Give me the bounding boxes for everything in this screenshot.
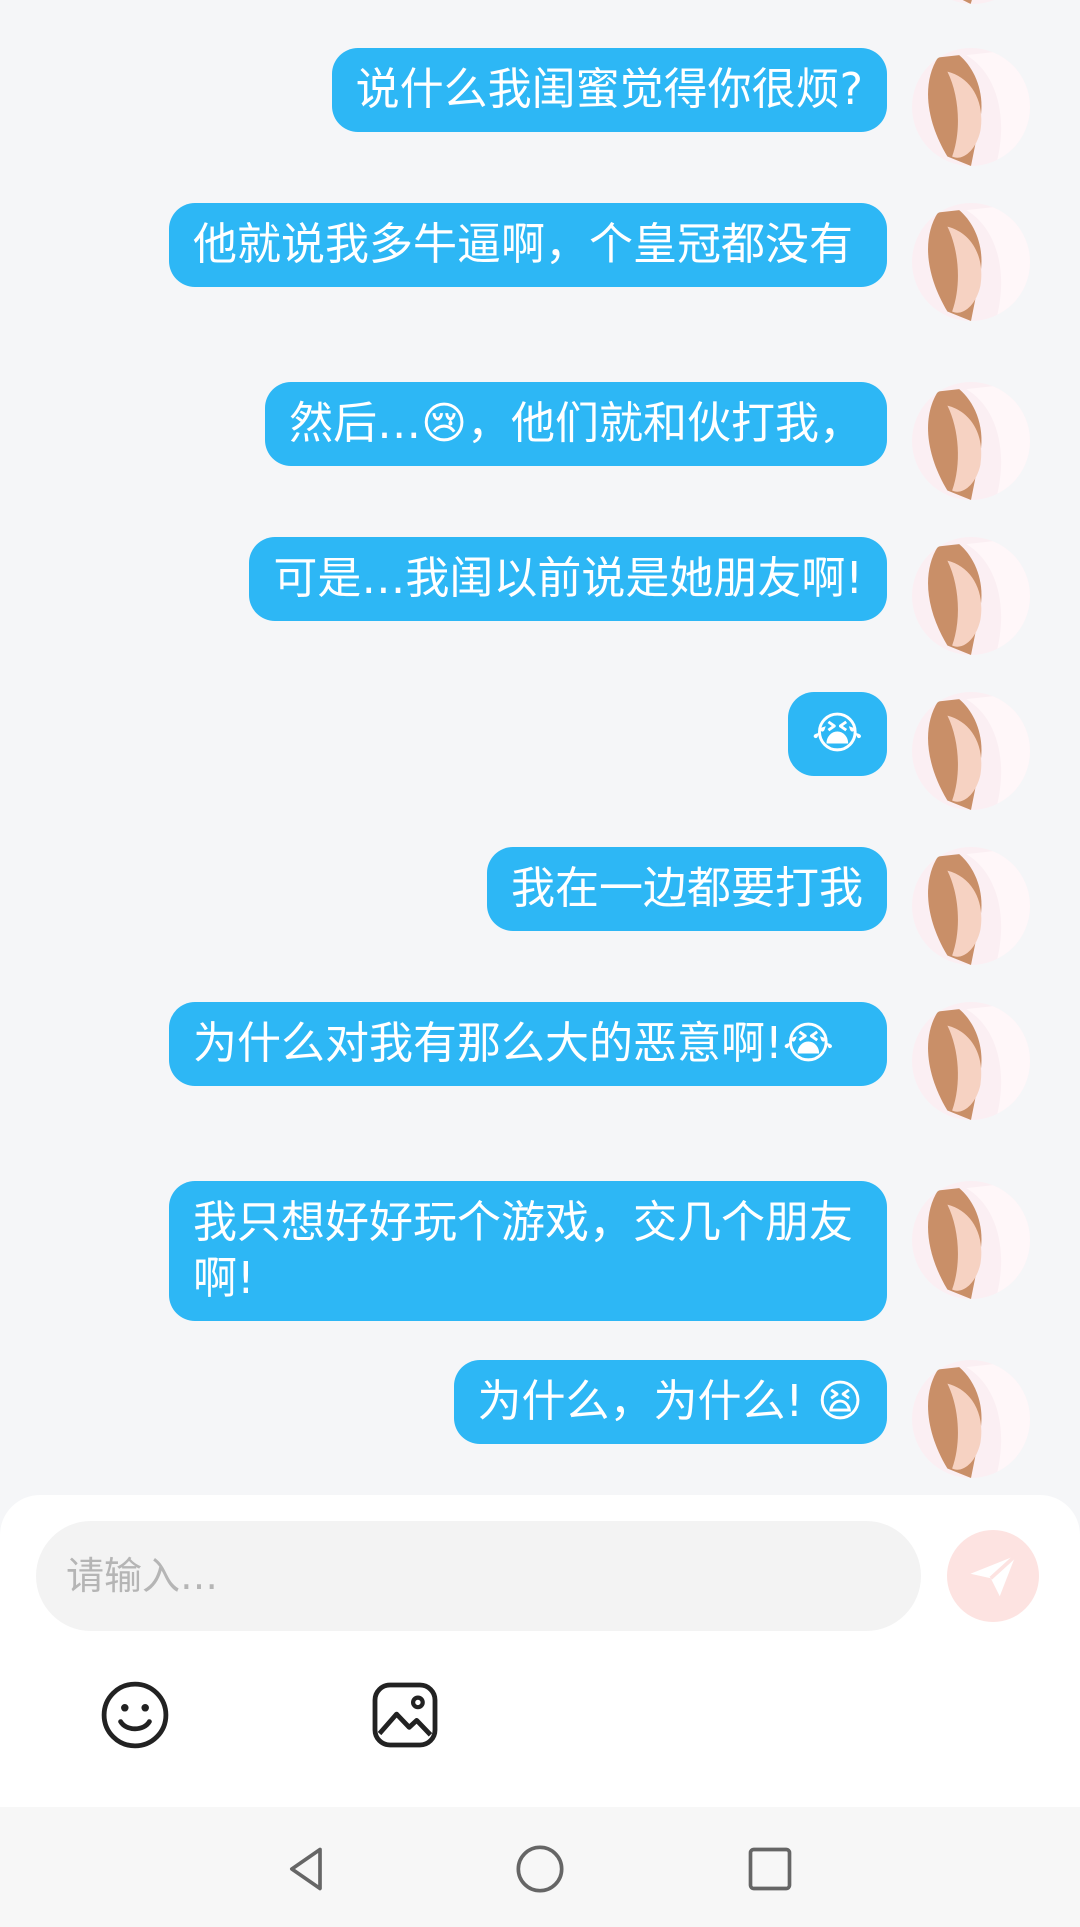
message-text: 可是…我闺以前说是她朋友啊!	[273, 553, 863, 604]
message-text: 然后…😢，他们就和伙打我，	[289, 398, 863, 449]
avatar[interactable]	[912, 48, 1030, 166]
home-icon[interactable]	[514, 1843, 566, 1895]
message-bubble[interactable]: 为什么对我有那么大的恶意啊!😭	[169, 1002, 887, 1086]
message-bubble[interactable]: 说什么我闺蜜觉得你很烦?	[331, 48, 887, 132]
smiley-icon[interactable]	[99, 1679, 171, 1751]
message-row: 为什么，为什么! 😫	[0, 1360, 1080, 1478]
message-text: 我在一边都要打我	[511, 863, 863, 914]
message-bubble[interactable]: 我在一边都要打我	[487, 847, 887, 931]
send-button[interactable]	[947, 1530, 1039, 1622]
message-bubble[interactable]: 为什么，为什么! 😫	[453, 1360, 887, 1444]
message-input[interactable]	[36, 1521, 921, 1631]
message-bubble[interactable]: 我只想好好玩个游戏，交几个朋友啊!	[169, 1181, 887, 1321]
avatar[interactable]	[912, 1360, 1030, 1478]
message-text: 为什么对我有那么大的恶意啊!😭	[193, 1018, 835, 1069]
message-bubble[interactable]: 他就说我多牛逼啊，个皇冠都没有	[169, 203, 887, 287]
avatar[interactable]	[912, 382, 1030, 500]
message-bubble[interactable]: 然后…😢，他们就和伙打我，	[265, 382, 887, 466]
message-bubble[interactable]: 可是…我闺以前说是她朋友啊!	[249, 537, 887, 621]
avatar[interactable]	[912, 1002, 1030, 1120]
avatar-image	[912, 1181, 1030, 1299]
message-composer	[0, 1495, 1080, 1807]
avatar-image	[912, 1360, 1030, 1478]
paper-plane-icon	[970, 1554, 1017, 1597]
avatar[interactable]	[912, 203, 1030, 321]
avatar[interactable]	[912, 1181, 1030, 1299]
message-bubble[interactable]: 😭	[787, 692, 887, 776]
message-row: 说什么我闺蜜觉得你很烦?	[0, 48, 1080, 166]
message-row: 我只想好好玩个游戏，交几个朋友啊!	[0, 1181, 1080, 1321]
message-row: 然后…😢，他们就和伙打我，	[0, 382, 1080, 500]
message-text: 他就说我多牛逼啊，个皇冠都没有	[193, 219, 853, 270]
system-nav-bar	[0, 1807, 1080, 1927]
avatar-image	[915, 0, 1031, 4]
message-text: 😭	[811, 708, 863, 759]
message-text: 为什么，为什么! 😫	[477, 1376, 864, 1427]
avatar-image	[912, 203, 1030, 321]
message-row: 他就说我多牛逼啊，个皇冠都没有	[0, 203, 1080, 321]
message-row: 可是…我闺以前说是她朋友啊!	[0, 537, 1080, 655]
message-row: 为什么对我有那么大的恶意啊!😭	[0, 1002, 1080, 1120]
avatar[interactable]	[912, 537, 1030, 655]
message-text: 我只想好好玩个游戏，交几个朋友啊!	[193, 1197, 853, 1304]
avatar-image	[912, 48, 1030, 166]
avatar[interactable]	[912, 847, 1030, 965]
recents-icon[interactable]	[744, 1843, 796, 1895]
avatar-image	[912, 692, 1030, 810]
message-row: 😭	[0, 692, 1080, 810]
back-icon[interactable]	[281, 1843, 333, 1895]
message-text: 说什么我闺蜜觉得你很烦?	[355, 64, 863, 115]
avatar-image	[912, 382, 1030, 500]
avatar-image	[912, 537, 1030, 655]
image-icon[interactable]	[369, 1679, 441, 1751]
avatar-image	[912, 847, 1030, 965]
avatar[interactable]	[912, 692, 1030, 810]
message-row: 我在一边都要打我	[0, 847, 1080, 965]
chat-area[interactable]: 说什么我闺蜜觉得你很烦? 他就说我多牛逼啊，个皇冠都没有 然后…😢，他们就和伙打…	[0, 0, 1080, 1495]
avatar-image	[912, 1002, 1030, 1120]
avatar[interactable]	[915, 0, 1031, 4]
